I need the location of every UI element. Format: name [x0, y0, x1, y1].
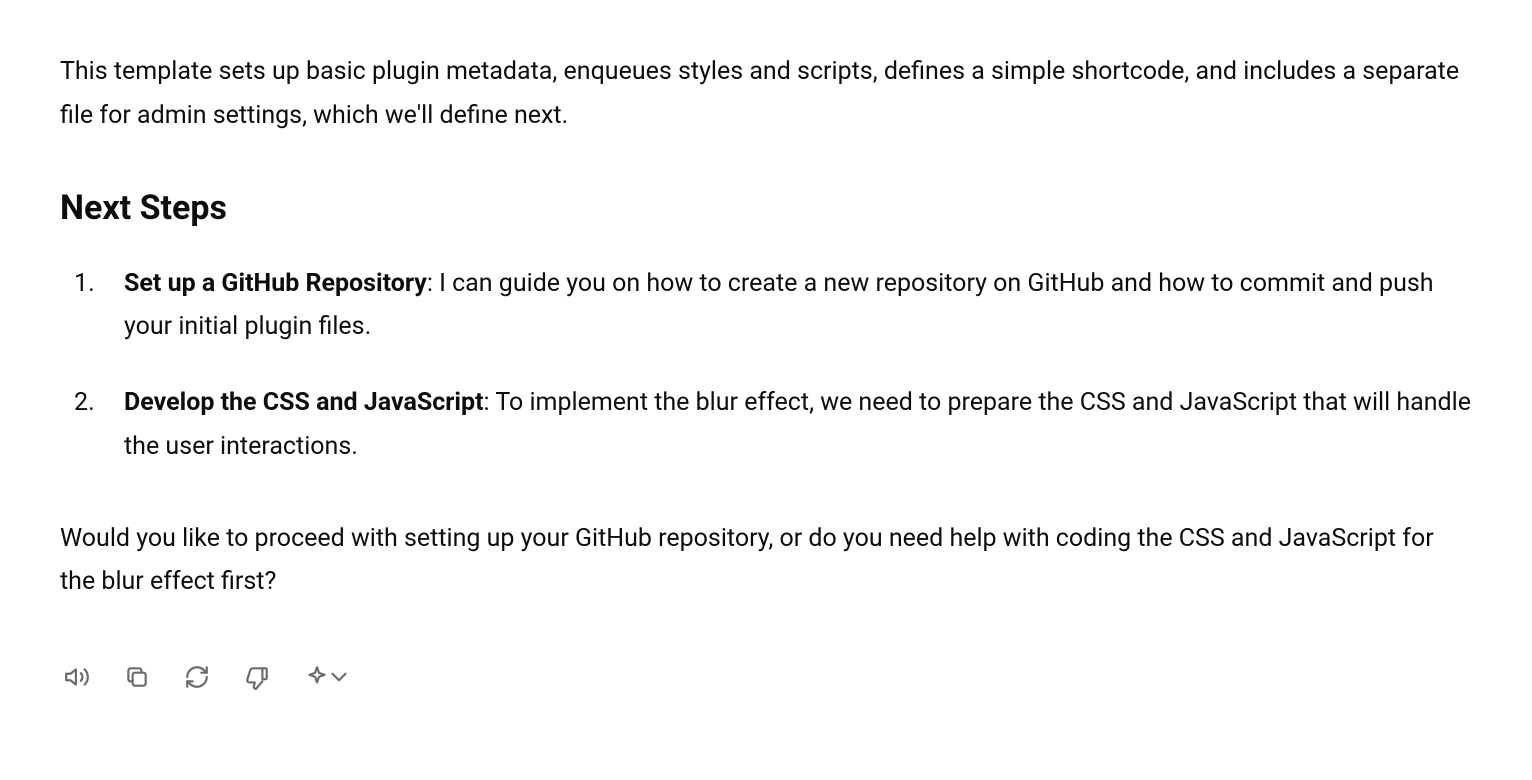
step-title: Develop the CSS and JavaScript [124, 388, 484, 417]
copy-icon [124, 664, 150, 693]
next-steps-heading: Next Steps [60, 186, 1472, 230]
regenerate-button[interactable] [180, 660, 214, 697]
thumbs-down-button[interactable] [240, 660, 274, 697]
refresh-icon [184, 664, 210, 693]
intro-paragraph: This template sets up basic plugin metad… [60, 50, 1472, 138]
copy-button[interactable] [120, 660, 154, 697]
step-title: Set up a GitHub Repository [124, 269, 427, 298]
model-selector-button[interactable] [300, 660, 356, 697]
step-item: Develop the CSS and JavaScript: To imple… [74, 381, 1472, 469]
steps-list: Set up a GitHub Repository: I can guide … [60, 262, 1472, 469]
read-aloud-button[interactable] [60, 660, 94, 697]
chevron-down-icon [332, 664, 352, 693]
thumbs-down-icon [244, 664, 270, 693]
closing-paragraph: Would you like to proceed with setting u… [60, 517, 1472, 605]
step-item: Set up a GitHub Repository: I can guide … [74, 262, 1472, 350]
speaker-icon [64, 664, 90, 693]
action-bar [60, 652, 1472, 697]
